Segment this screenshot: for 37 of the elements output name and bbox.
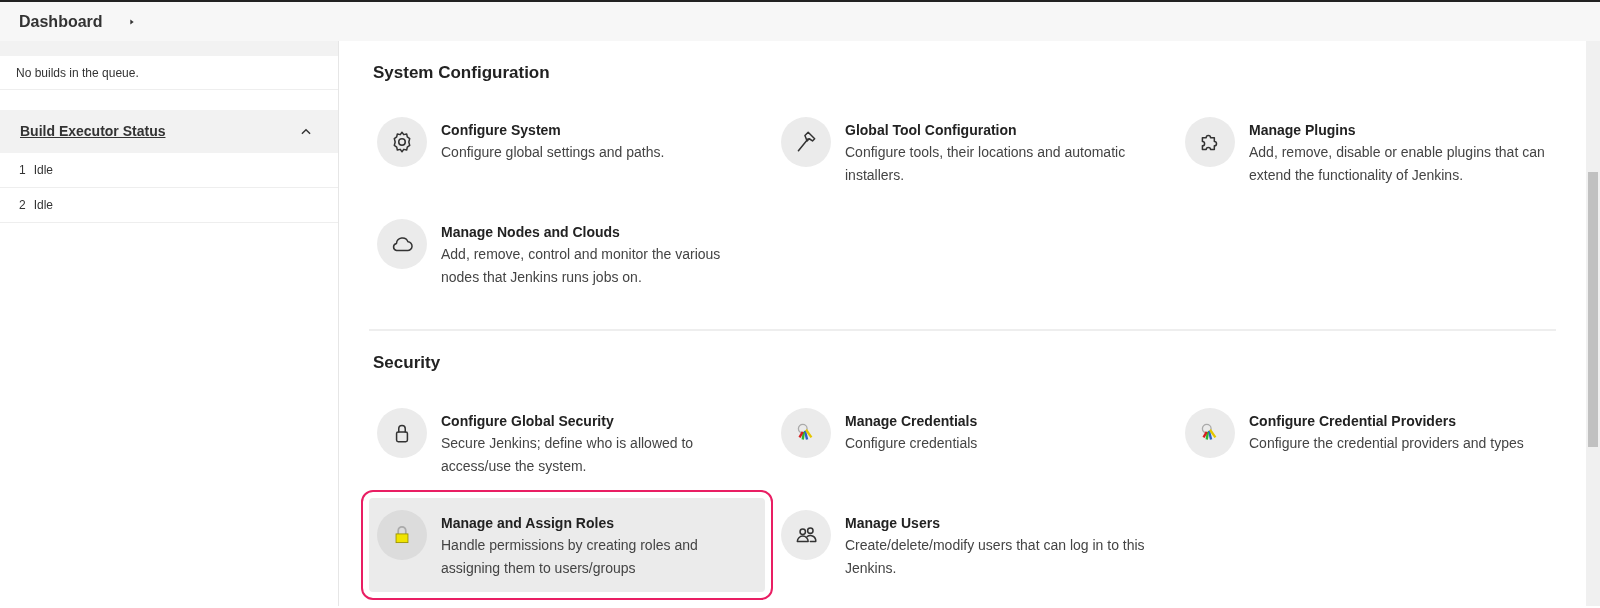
management-link[interactable]: Manage Nodes and Clouds Add, remove, control and monitor the various nodes that Jenkins runs jobs on. — [369, 207, 765, 302]
item-description: Configure the credential providers and types — [1249, 433, 1524, 453]
item-description: Create/delete/modify users that can log in to this Jenkins. — [845, 535, 1145, 578]
item-title: Manage Users — [845, 513, 941, 533]
management-link[interactable]: Configure Credential Providers Configure the credential providers and types — [1177, 395, 1573, 490]
executor-number: 1 — [19, 162, 26, 179]
management-link[interactable]: Configure System Configure global settings and paths. — [369, 105, 765, 200]
management-link[interactable]: Manage Users Create/delete/modify users that can log in to this Jenkins. — [773, 497, 1169, 592]
item-title: Manage Credentials — [845, 411, 978, 431]
item-description: Handle permissions by creating roles and assigning them to users/groups — [441, 535, 699, 578]
queue-message: No builds in the queue. — [16, 64, 139, 82]
executor-status: Idle — [33, 162, 54, 179]
item-description: Add, remove, control and monitor the various nodes that Jenkins runs jobs on. — [441, 245, 722, 288]
item-title: Configure Credential Providers — [1249, 411, 1457, 431]
section-title: Security — [373, 353, 442, 374]
executor-status: Idle — [33, 197, 54, 214]
item-description: Add, remove, disable or enable plugins that can extend the functionality of Jenkins. — [1249, 143, 1546, 186]
management-link[interactable]: Global Tool Configuration Configure tools, their locations and automatic installers. — [773, 105, 1169, 200]
item-title: Manage Plugins — [1249, 121, 1357, 141]
management-link[interactable]: Configure Global Security Secure Jenkins; define who is allowed to access/use the system. — [369, 395, 765, 490]
item-title: Configure Global Security — [441, 411, 615, 431]
item-description: Configure tools, their locations and automatic installers. — [845, 143, 1127, 186]
management-link[interactable]: Manage Plugins Add, remove, disable or enable plugins that can extend the functionality of Jenkins. — [1177, 105, 1573, 200]
item-title: Manage Nodes and Clouds — [441, 223, 621, 243]
panel-title-link[interactable]: Build Executor Status — [20, 121, 166, 142]
item-title: Global Tool Configuration — [845, 121, 1018, 141]
executor-number: 2 — [19, 197, 26, 214]
item-description: Configure global settings and paths. — [441, 143, 665, 163]
item-description: Secure Jenkins; define who is allowed to access/use the system. — [441, 433, 695, 476]
scrollbar-thumb[interactable] — [1588, 172, 1598, 447]
item-title: Manage and Assign Roles — [441, 513, 615, 533]
section-title: System Configuration — [373, 63, 551, 84]
scrollbar[interactable] — [1586, 41, 1600, 606]
item-title: Configure System — [441, 121, 562, 141]
item-description: Configure credentials — [845, 433, 978, 453]
management-link[interactable]: Manage Credentials Configure credentials — [773, 395, 1169, 490]
breadcrumb-link[interactable]: Dashboard — [19, 9, 103, 34]
